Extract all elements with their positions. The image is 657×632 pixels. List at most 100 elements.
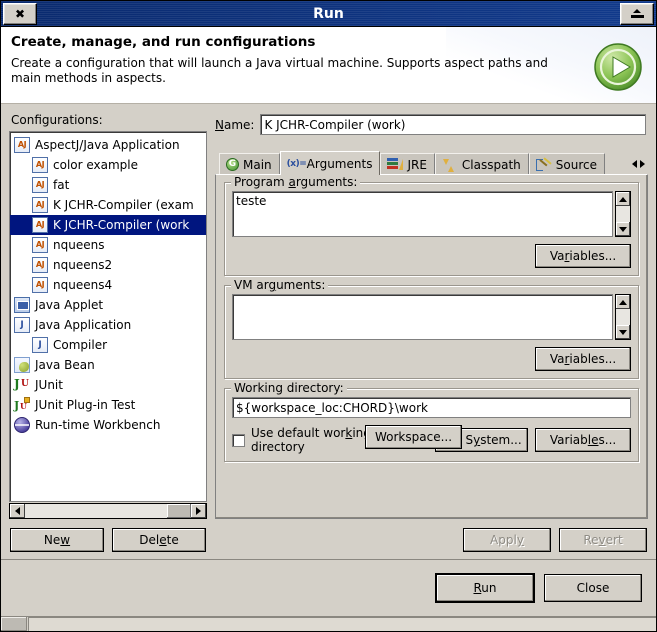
tree-item[interactable]: JUnit bbox=[10, 375, 206, 395]
vm-arguments-variables-button[interactable]: Variables... bbox=[535, 347, 631, 371]
working-directory-variables-button[interactable]: Variables... bbox=[535, 428, 631, 452]
window-title: Run bbox=[313, 5, 344, 22]
dialog-footer: Run Close bbox=[1, 560, 656, 616]
source-edit-icon bbox=[535, 158, 552, 172]
classpath-arrows-icon bbox=[442, 158, 458, 172]
tree-twisty-expanded-icon[interactable] bbox=[9, 318, 10, 332]
tab-bar: Main Arguments JRE Classpath Source bbox=[215, 151, 648, 175]
tree-item-label: color example bbox=[53, 158, 139, 172]
tab-label: Main bbox=[243, 157, 272, 172]
tree-item-label: AspectJ/Java Application bbox=[35, 138, 180, 152]
scroll-thumb[interactable] bbox=[167, 504, 191, 518]
tab-main[interactable]: Main bbox=[219, 153, 280, 175]
status-bar bbox=[1, 616, 656, 631]
tab-label: Classpath bbox=[461, 157, 521, 172]
arguments-variable-icon bbox=[287, 157, 303, 171]
tree-item[interactable]: K JCHR-Compiler (exam bbox=[10, 195, 206, 215]
tab-source[interactable]: Source bbox=[528, 153, 605, 175]
tree-item[interactable]: nqueens2 bbox=[10, 255, 206, 275]
dialog-header: Create, manage, and run configurations C… bbox=[1, 27, 656, 104]
scroll-up-button[interactable] bbox=[616, 295, 630, 309]
program-arguments-group: Program arguments: teste Variables... bbox=[224, 175, 639, 276]
java-app-icon bbox=[32, 337, 48, 353]
working-directory-group: Working directory: ${workspace_loc:CHORD… bbox=[224, 381, 639, 462]
status-area bbox=[28, 617, 656, 631]
vm-arguments-input[interactable] bbox=[232, 294, 613, 340]
tab-arguments[interactable]: Arguments bbox=[279, 151, 381, 175]
tab-jre[interactable]: JRE bbox=[380, 153, 435, 175]
tree-item[interactable]: nqueens bbox=[10, 235, 206, 255]
java-app-icon bbox=[14, 317, 30, 333]
vm-arguments-label: VM arguments: bbox=[231, 278, 329, 292]
scroll-left-button[interactable] bbox=[10, 504, 25, 518]
dialog-body: Configurations: AspectJ/Java Application… bbox=[1, 104, 656, 552]
junit-plugin-icon bbox=[14, 397, 30, 413]
scroll-track[interactable] bbox=[25, 504, 191, 518]
program-arguments-row: teste bbox=[232, 191, 631, 237]
window-maximize-button[interactable] bbox=[620, 2, 654, 25]
close-button[interactable]: Close bbox=[544, 574, 642, 602]
scroll-track[interactable] bbox=[616, 206, 630, 222]
tab-classpath[interactable]: Classpath bbox=[434, 153, 529, 175]
green-run-play-icon bbox=[594, 43, 642, 91]
window-close-button[interactable]: ✖ bbox=[3, 2, 37, 25]
tree-item-label: K JCHR-Compiler (work bbox=[53, 218, 190, 232]
name-input[interactable]: K JCHR-Compiler (work) bbox=[260, 114, 646, 135]
scroll-down-button[interactable] bbox=[616, 222, 630, 236]
scroll-track[interactable] bbox=[616, 309, 630, 325]
tree-item-label: fat bbox=[53, 178, 70, 192]
configurations-label: Configurations: bbox=[11, 113, 103, 127]
tree-item-label: JUnit bbox=[35, 378, 63, 392]
java-applet-icon bbox=[14, 297, 30, 313]
tree-actions: New Delete bbox=[9, 528, 207, 552]
aspectj-app-icon bbox=[14, 137, 30, 153]
tree-item[interactable]: AspectJ/Java Application bbox=[10, 135, 206, 155]
checkbox-box[interactable] bbox=[232, 433, 245, 447]
program-arguments-variables-button[interactable]: Variables... bbox=[535, 244, 631, 268]
name-row: Name: K JCHR-Compiler (work) bbox=[215, 114, 646, 135]
tab-scroll-right-icon[interactable] bbox=[640, 160, 645, 168]
tree-item[interactable]: JUnit Plug-in Test bbox=[10, 395, 206, 415]
scroll-up-button[interactable] bbox=[616, 192, 630, 206]
tree-item-label: Java Applet bbox=[35, 298, 104, 312]
tree-twisty-expanded-icon[interactable] bbox=[9, 138, 10, 152]
program-arguments-input[interactable]: teste bbox=[232, 191, 613, 237]
tree-item[interactable]: Run-time Workbench bbox=[10, 415, 206, 435]
tree-item[interactable]: Java Bean bbox=[10, 355, 206, 375]
tree-item[interactable]: Java Application bbox=[10, 315, 206, 335]
delete-button[interactable]: Delete bbox=[112, 528, 206, 552]
vm-arguments-scrollbar[interactable] bbox=[615, 294, 631, 340]
tree-item[interactable]: K JCHR-Compiler (work bbox=[10, 215, 206, 235]
program-arguments-scrollbar[interactable] bbox=[615, 191, 631, 237]
tab-scroll-left-icon[interactable] bbox=[632, 160, 637, 168]
aspectj-app-icon bbox=[32, 237, 48, 253]
scroll-down-button[interactable] bbox=[616, 325, 630, 339]
workspace-button[interactable]: Workspace... bbox=[365, 425, 462, 449]
aspectj-app-icon bbox=[32, 277, 48, 293]
tree-item[interactable]: fat bbox=[10, 175, 206, 195]
apply-button[interactable]: Apply bbox=[463, 528, 551, 552]
configurations-tree[interactable]: AspectJ/Java Application color example fat… bbox=[9, 131, 207, 502]
tree-item-label: nqueens2 bbox=[53, 258, 113, 272]
working-directory-actions: Use default working directory Workspace.… bbox=[232, 425, 631, 454]
tree-horizontal-scrollbar[interactable] bbox=[9, 503, 207, 519]
runtime-workbench-icon bbox=[14, 417, 30, 433]
apply-revert-row: Apply Revert bbox=[215, 519, 648, 552]
tree-item[interactable]: nqueens4 bbox=[10, 275, 206, 295]
resize-grip[interactable] bbox=[1, 617, 27, 631]
working-directory-input[interactable]: ${workspace_loc:CHORD}\work bbox=[232, 397, 631, 418]
aspectj-app-icon bbox=[32, 157, 48, 173]
scroll-right-button[interactable] bbox=[191, 504, 206, 518]
java-bean-icon bbox=[14, 357, 30, 373]
new-button[interactable]: New bbox=[10, 528, 104, 552]
maximize-icon bbox=[630, 9, 644, 18]
arguments-tab-panel: Program arguments: teste Variables... VM… bbox=[215, 174, 648, 519]
tree-item[interactable]: Compiler bbox=[10, 335, 206, 355]
tree-item-label: nqueens bbox=[53, 238, 105, 252]
tree-item[interactable]: Java Applet bbox=[10, 295, 206, 315]
run-button[interactable]: Run bbox=[436, 574, 534, 602]
tab-scroll-controls bbox=[627, 153, 648, 175]
tree-item-label: Run-time Workbench bbox=[35, 418, 161, 432]
tree-item[interactable]: color example bbox=[10, 155, 206, 175]
revert-button[interactable]: Revert bbox=[559, 528, 647, 552]
